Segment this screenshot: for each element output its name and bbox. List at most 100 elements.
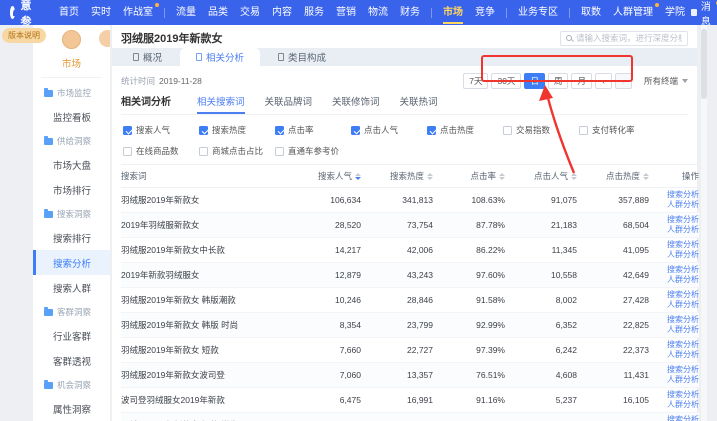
search-analysis-link[interactable]: 搜索分析	[667, 340, 699, 350]
tab-category-composition[interactable]: 类目构成	[262, 48, 342, 66]
filter-search-popularity[interactable]: 搜索人气	[123, 124, 199, 136]
group-label-text: 客群洞察	[57, 306, 91, 318]
tab-modifier-words[interactable]: 关联修饰词	[332, 94, 380, 114]
module-avatar-icon[interactable]	[62, 30, 81, 49]
nav-item-content[interactable]: 内容	[266, 0, 298, 25]
sidebar-item-customer-perspective[interactable]: 客群透视	[33, 348, 110, 373]
sidebar-item-market-overview[interactable]: 市场大盘	[33, 152, 110, 177]
keyword-cell: 羽绒服2019年新款女波司登	[121, 363, 289, 388]
col-search-popularity[interactable]: 搜索人气	[289, 165, 361, 188]
crowd-analysis-link[interactable]: 人群分析	[667, 400, 699, 410]
tab-label: 相关分析	[206, 50, 244, 64]
nav-item-marketing[interactable]: 营销	[330, 0, 362, 25]
sidebar-item-attribute-insight[interactable]: 属性洞察	[33, 396, 110, 421]
nav-divider	[164, 8, 165, 18]
filter-click-heat[interactable]: 点击热度	[427, 124, 503, 136]
filter-mall-click-share[interactable]: 商城点击占比	[199, 145, 275, 157]
tab-related-analysis[interactable]: 相关分析	[180, 48, 260, 66]
nav-item-data-fetch[interactable]: 取数	[575, 0, 607, 25]
keyword-cell: 2019年新款羽绒服女	[121, 263, 289, 288]
search-analysis-link[interactable]: 搜索分析	[667, 215, 699, 225]
col-click-rate[interactable]: 点击率	[433, 165, 505, 188]
sidebar-item-market-ranking[interactable]: 市场排行	[33, 177, 110, 202]
crowd-analysis-link[interactable]: 人群分析	[667, 375, 699, 385]
nav-item-warroom[interactable]: 作战室	[117, 0, 159, 25]
sidebar-item-industry-customer[interactable]: 行业客群	[33, 323, 110, 348]
keyword-search-box[interactable]	[560, 31, 688, 46]
table-row: 羽绒服2019年新款女 短款 学生 5,847 14,589 80.23% 4,…	[121, 413, 699, 421]
related-words-table: 搜索词 搜索人气 搜索热度 点击率 点击人气 点击热度 操作 羽绒服2019年新…	[121, 164, 699, 421]
nav-item-competition[interactable]: 竞争	[469, 0, 501, 25]
filter-trade-index[interactable]: 交易指数	[503, 124, 579, 136]
filter-label: 交易指数	[516, 124, 550, 136]
scrollbar[interactable]	[701, 25, 707, 421]
value-cell: 21,183	[505, 213, 577, 238]
search-analysis-link[interactable]: 搜索分析	[667, 390, 699, 400]
nav-item-crowd-mgmt[interactable]: 人群管理	[607, 0, 659, 25]
col-search-heat[interactable]: 搜索热度	[361, 165, 433, 188]
tab-brand-words[interactable]: 关联品牌词	[265, 94, 313, 114]
nav-item-business-zone[interactable]: 业务专区	[512, 0, 564, 25]
table-row: 羽绒服2019年新款女 韩版潮款 10,246 28,846 91.58% 8,…	[121, 288, 699, 313]
filter-ztc-ref-price[interactable]: 直通车参考价	[275, 145, 351, 157]
search-analysis-link[interactable]: 搜索分析	[667, 190, 699, 200]
nav-divider	[431, 8, 432, 18]
granularity-week-button[interactable]: 周	[548, 73, 569, 89]
crowd-analysis-link[interactable]: 人群分析	[667, 350, 699, 360]
search-analysis-link[interactable]: 搜索分析	[667, 265, 699, 275]
crowd-analysis-link[interactable]: 人群分析	[667, 325, 699, 335]
nav-item-category[interactable]: 品类	[202, 0, 234, 25]
tab-related-search-words[interactable]: 相关搜索词	[197, 94, 245, 114]
nav-item-market-active[interactable]: 市场	[437, 0, 469, 25]
search-analysis-link[interactable]: 搜索分析	[667, 240, 699, 250]
messages-button[interactable]: 消息	[691, 0, 717, 28]
search-analysis-link[interactable]: 搜索分析	[667, 365, 699, 375]
crowd-analysis-link[interactable]: 人群分析	[667, 225, 699, 235]
filter-click-rate[interactable]: 点击率	[275, 124, 351, 136]
divider	[41, 77, 102, 78]
nav-item-finance[interactable]: 财务	[394, 0, 426, 25]
version-note-tag[interactable]: 版本说明	[2, 28, 46, 43]
sidebar-item-search-ranking[interactable]: 搜索排行	[33, 225, 110, 250]
sidebar-item-monitor-board[interactable]: 监控看板	[33, 104, 110, 129]
crowd-analysis-link[interactable]: 人群分析	[667, 300, 699, 310]
nav-item-service[interactable]: 服务	[298, 0, 330, 25]
granularity-month-button[interactable]: 月	[571, 73, 592, 89]
search-analysis-link[interactable]: 搜索分析	[667, 415, 699, 421]
crowd-analysis-link[interactable]: 人群分析	[667, 200, 699, 210]
table-row: 2019年羽绒服新款女 28,520 73,754 87.78% 21,183 …	[121, 213, 699, 238]
nav-item-realtime[interactable]: 实时	[85, 0, 117, 25]
col-click-popularity[interactable]: 点击人气	[505, 165, 577, 188]
tab-hot-words[interactable]: 关联热词	[400, 94, 438, 114]
nav-item-home[interactable]: 首页	[53, 0, 85, 25]
value-cell: 41,095	[577, 238, 649, 263]
nav-item-logistics[interactable]: 物流	[362, 0, 394, 25]
filter-online-products[interactable]: 在线商品数	[123, 145, 199, 157]
sidebar-item-search-crowd[interactable]: 搜索人群	[33, 275, 110, 300]
value-cell: 86.22%	[433, 238, 505, 263]
scrollbar-thumb[interactable]	[701, 29, 707, 99]
filter-label: 支付转化率	[592, 124, 635, 136]
sidebar-item-search-analysis[interactable]: 搜索分析	[33, 250, 110, 275]
next-date-button[interactable]: ›	[615, 73, 632, 89]
crowd-analysis-link[interactable]: 人群分析	[667, 250, 699, 260]
sidebar: 市场 市场监控 监控看板 供给洞察 市场大盘 市场排行 搜索洞察 搜索排行 搜索…	[33, 25, 110, 421]
search-analysis-link[interactable]: 搜索分析	[667, 290, 699, 300]
crowd-analysis-link[interactable]: 人群分析	[667, 275, 699, 285]
nav-item-academy[interactable]: 学院	[659, 0, 691, 25]
nav-item-traffic[interactable]: 流量	[170, 0, 202, 25]
main-header: 羽绒服2019年新款女	[112, 25, 697, 45]
range-7d-button[interactable]: 7天	[463, 73, 488, 89]
range-30d-button[interactable]: 30天	[491, 73, 521, 89]
prev-date-button[interactable]: ‹	[595, 73, 612, 89]
filter-click-popularity[interactable]: 点击人气	[351, 124, 427, 136]
granularity-day-button[interactable]: 日	[524, 73, 545, 89]
terminal-dropdown[interactable]: 所有终端	[644, 75, 688, 87]
search-analysis-link[interactable]: 搜索分析	[667, 315, 699, 325]
filter-search-heat[interactable]: 搜索热度	[199, 124, 275, 136]
filter-pay-conversion[interactable]: 支付转化率	[579, 124, 655, 136]
col-click-heat[interactable]: 点击热度	[577, 165, 649, 188]
nav-item-trade[interactable]: 交易	[234, 0, 266, 25]
search-input[interactable]	[576, 33, 682, 43]
tab-overview[interactable]: 概况	[117, 48, 178, 66]
